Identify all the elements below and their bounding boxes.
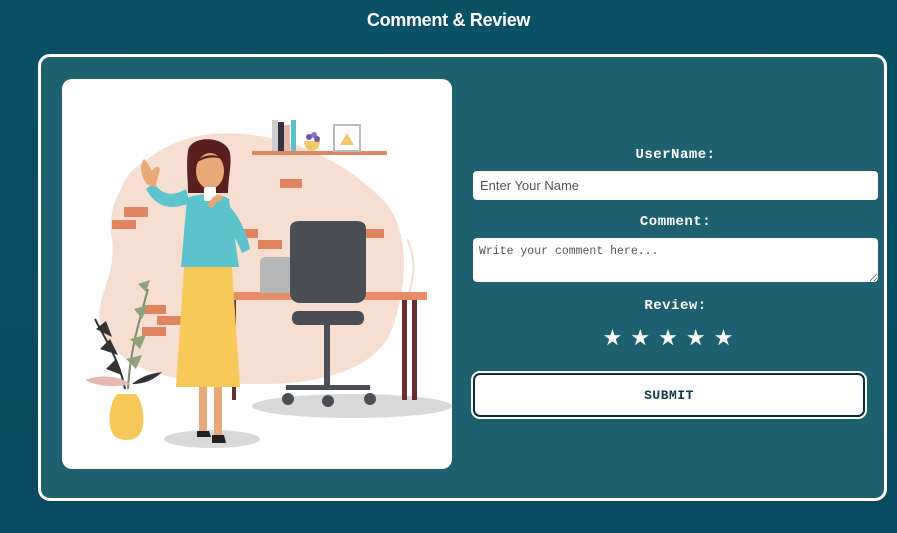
star-icon-1[interactable]: ★ [603,328,623,350]
review-form: UserName: Comment: Review: ★ ★ ★ ★ ★ SUB… [471,147,878,419]
star-icon-5[interactable]: ★ [714,328,734,350]
username-input[interactable] [473,171,878,200]
review-page: Comment & Review UserName: Enter Your Na… [0,0,897,533]
username-label: UserName: [635,147,716,163]
review-label: Review: [644,298,707,314]
comment-label: Comment: [639,214,712,230]
submit-button[interactable]: SUBMIT [471,371,867,419]
review-card: UserName: Comment: Review: ★ ★ ★ ★ ★ SUB… [38,54,887,501]
comment-textarea[interactable] [473,238,878,282]
star-rating: ★ ★ ★ ★ ★ [458,328,878,350]
star-icon-3[interactable]: ★ [658,328,678,350]
page-title: Comment & Review [366,10,531,30]
star-icon-4[interactable]: ★ [686,328,706,350]
woman-at-desk-illustration [62,79,452,469]
star-icon-2[interactable]: ★ [630,328,650,350]
illustration-graphic [85,120,452,448]
